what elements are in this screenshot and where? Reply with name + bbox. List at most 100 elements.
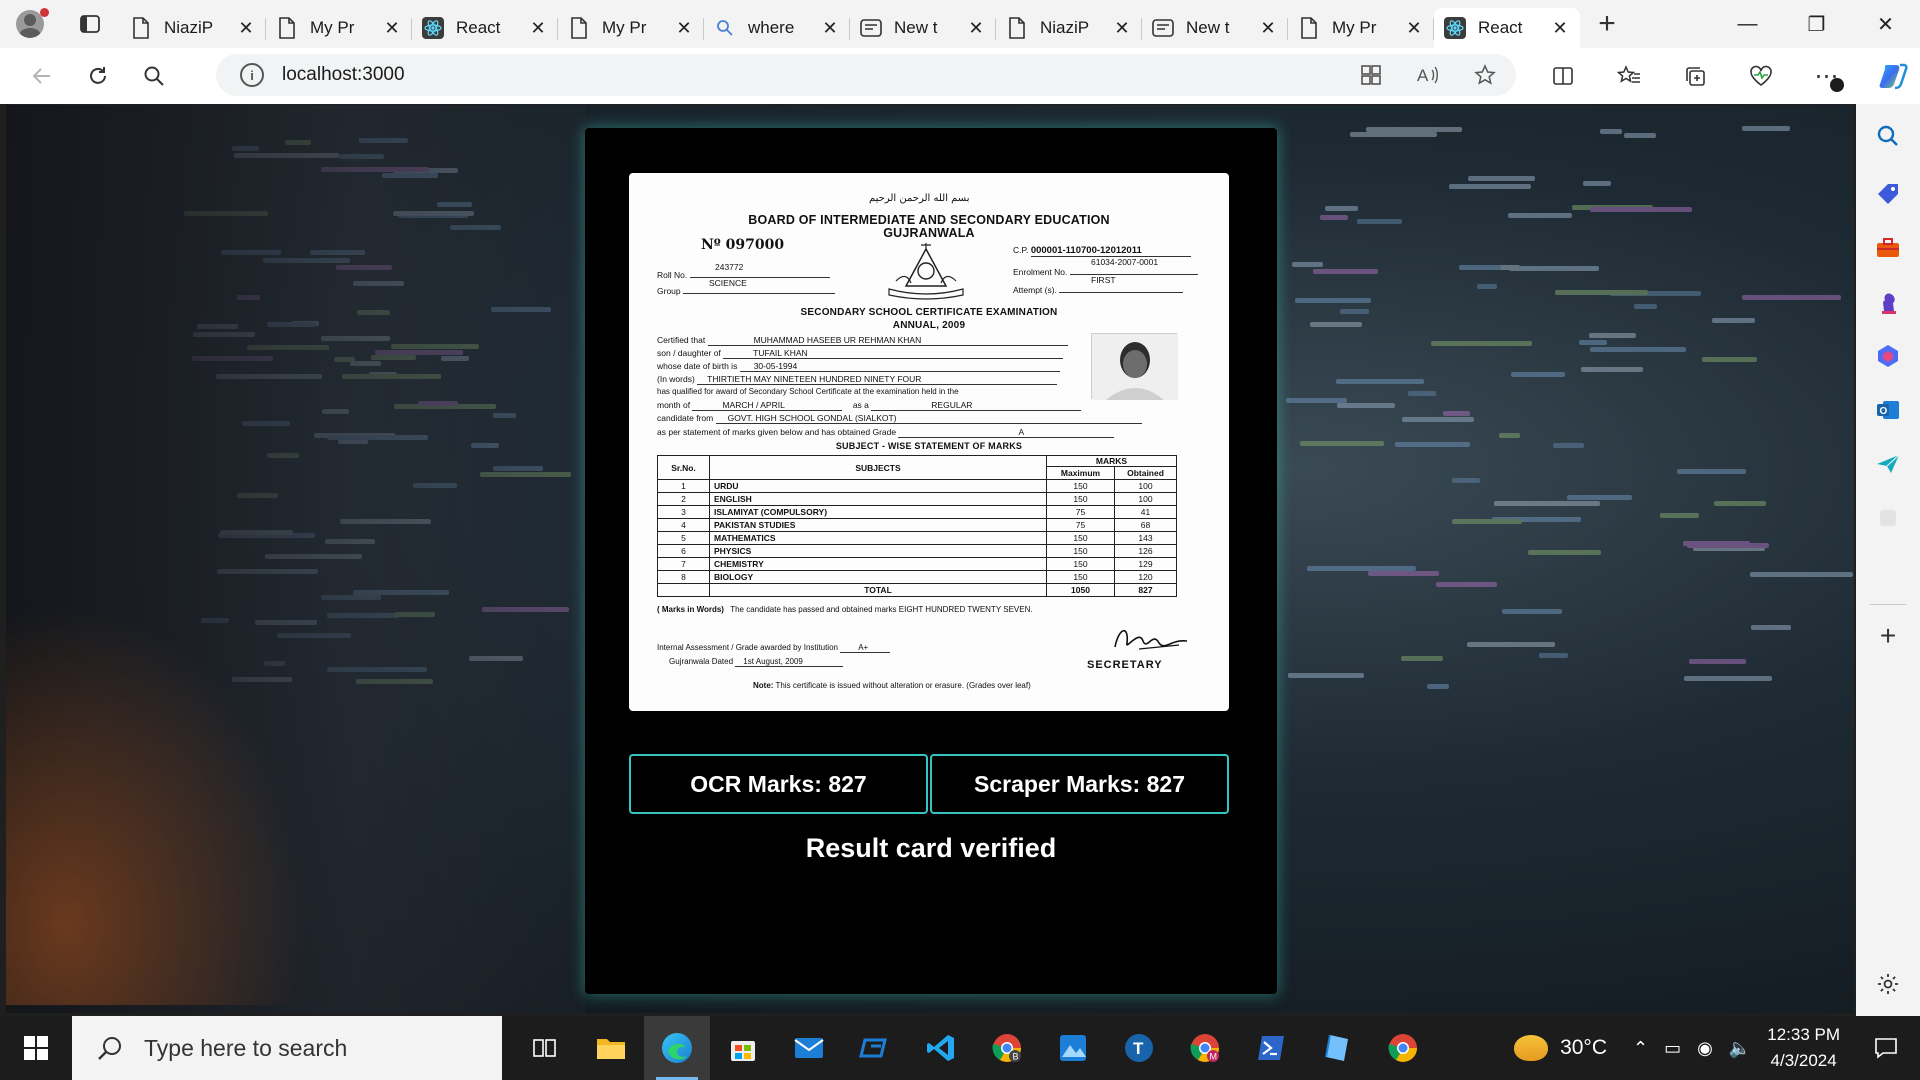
browser-tab[interactable]: React ✕: [412, 8, 558, 48]
browser-tab[interactable]: My Pr ✕: [266, 8, 412, 48]
subject-obtained: 100: [1114, 492, 1177, 506]
close-tab-icon[interactable]: ✕: [1258, 18, 1278, 38]
photos-button[interactable]: [1040, 1016, 1106, 1080]
bismillah-text: بسم الله الرحمن الرحيم: [869, 193, 970, 204]
favorites-button[interactable]: [1596, 48, 1662, 104]
copilot-button[interactable]: [1860, 48, 1920, 104]
close-tab-icon[interactable]: ✕: [820, 18, 840, 38]
background-code-line: [1508, 212, 1572, 218]
new-tab-button[interactable]: +: [1584, 4, 1630, 44]
background-code-line: [1476, 283, 1497, 289]
sidebar-outlook-button[interactable]: O: [1874, 396, 1902, 424]
taskbar-search-box[interactable]: Type here to search: [72, 1016, 502, 1080]
background-code-line: [1319, 215, 1349, 221]
read-aloud-icon[interactable]: A: [1416, 64, 1440, 86]
search-button[interactable]: [126, 48, 182, 104]
browser-tab[interactable]: NiaziP ✕: [120, 8, 266, 48]
collections-button[interactable]: [1662, 48, 1728, 104]
volume-icon[interactable]: 🔈: [1729, 1038, 1751, 1059]
close-tab-icon[interactable]: ✕: [674, 18, 694, 38]
site-info-icon[interactable]: i: [240, 63, 264, 87]
close-tab-icon[interactable]: ✕: [528, 18, 548, 38]
assessment-line: Internal Assessment / Grade awarded by I…: [657, 643, 891, 653]
notifications-button[interactable]: [1866, 1016, 1906, 1080]
sidebar-extension-button[interactable]: [1874, 504, 1902, 532]
sidebar-send-button[interactable]: [1874, 450, 1902, 478]
react-icon: [422, 17, 444, 39]
system-clock[interactable]: 12:33 PM 4/3/2024: [1767, 1022, 1840, 1074]
address-url[interactable]: localhost:3000: [282, 64, 405, 86]
close-tab-icon[interactable]: ✕: [1550, 18, 1570, 38]
app-available-icon[interactable]: [1360, 64, 1382, 86]
close-tab-icon[interactable]: ✕: [1404, 18, 1424, 38]
weather-widget[interactable]: 30°C: [1514, 1035, 1607, 1061]
profile-button[interactable]: [0, 0, 60, 48]
background-code-line: [1553, 442, 1585, 448]
sidebar-tools-button[interactable]: [1874, 234, 1902, 262]
background-code-line: [1394, 441, 1470, 447]
minimize-button[interactable]: —: [1713, 0, 1782, 48]
sidebar-search-button[interactable]: [1874, 122, 1902, 150]
sidebar-games-button[interactable]: [1874, 288, 1902, 316]
month-label: month of: [657, 400, 691, 410]
browser-tab[interactable]: New t ✕: [1142, 8, 1288, 48]
favorite-star-icon[interactable]: [1474, 64, 1496, 86]
tab-actions-button[interactable]: [60, 0, 120, 48]
background-code-line: [1588, 332, 1636, 338]
photos-icon: [1060, 1035, 1086, 1061]
close-tab-icon[interactable]: ✕: [382, 18, 402, 38]
wifi-icon[interactable]: ◉: [1697, 1038, 1713, 1059]
browser-tab[interactable]: where ✕: [704, 8, 850, 48]
background-code-line: [1407, 390, 1437, 396]
restore-button[interactable]: ❐: [1782, 0, 1851, 48]
remote-app-button[interactable]: [842, 1016, 908, 1080]
close-tab-icon[interactable]: ✕: [966, 18, 986, 38]
sidebar-settings-button[interactable]: [1874, 970, 1902, 998]
browser-tab[interactable]: New t ✕: [850, 8, 996, 48]
refresh-button[interactable]: [70, 48, 126, 104]
powershell-icon: [1258, 1036, 1284, 1060]
assessment-value: A+: [840, 643, 891, 653]
sidebar-add-button[interactable]: +: [1874, 620, 1902, 651]
sidebar-shopping-button[interactable]: [1874, 180, 1902, 208]
chrome-profile-b-button[interactable]: B: [974, 1016, 1040, 1080]
store-button[interactable]: [710, 1016, 776, 1080]
chrome-button[interactable]: [1370, 1016, 1436, 1080]
edge-taskbar-button[interactable]: [644, 1016, 710, 1080]
settings-more-button[interactable]: ⋯: [1794, 48, 1860, 104]
close-tab-icon[interactable]: ✕: [236, 18, 256, 38]
close-tab-icon[interactable]: ✕: [1112, 18, 1132, 38]
page-viewport: بسم الله الرحمن الرحيم BOARD OF INTERMED…: [6, 105, 1854, 1013]
vscode-button[interactable]: [908, 1016, 974, 1080]
total-obtained: 827: [1114, 583, 1177, 597]
ocr-marks-box: OCR Marks: 827: [629, 754, 928, 814]
task-view-button[interactable]: [512, 1016, 578, 1080]
start-button[interactable]: [0, 1016, 72, 1080]
powershell-button[interactable]: [1238, 1016, 1304, 1080]
show-hidden-icons-chevron-icon[interactable]: ⌃: [1633, 1038, 1648, 1059]
teams-like-button[interactable]: T: [1106, 1016, 1172, 1080]
close-window-button[interactable]: ✕: [1851, 0, 1920, 48]
browser-tab[interactable]: NiaziP ✕: [996, 8, 1142, 48]
address-bar[interactable]: i localhost:3000 A: [216, 54, 1516, 96]
browser-tab[interactable]: My Pr ✕: [1288, 8, 1434, 48]
app-tile-button[interactable]: [1304, 1016, 1370, 1080]
tab-label: My Pr: [310, 18, 355, 37]
parent-label: son / daughter of: [657, 348, 721, 358]
page-icon: [1298, 17, 1320, 39]
taskbar-search-placeholder[interactable]: Type here to search: [144, 1035, 347, 1062]
background-code-line: [1498, 432, 1521, 438]
file-explorer-button[interactable]: [578, 1016, 644, 1080]
split-screen-button[interactable]: [1530, 48, 1596, 104]
subject-obtained: 143: [1114, 531, 1177, 545]
chrome-profile-m-button[interactable]: M: [1172, 1016, 1238, 1080]
browser-tab[interactable]: My Pr ✕: [558, 8, 704, 48]
mail-button[interactable]: [776, 1016, 842, 1080]
background-code-line: [1501, 608, 1562, 614]
browser-tab[interactable]: React ✕: [1434, 8, 1580, 48]
subject-obtained: 68: [1114, 518, 1177, 532]
battery-icon[interactable]: ▭: [1664, 1038, 1681, 1059]
browser-essentials-button[interactable]: [1728, 48, 1794, 104]
sidebar-office-button[interactable]: [1874, 342, 1902, 370]
back-button[interactable]: [14, 48, 70, 104]
